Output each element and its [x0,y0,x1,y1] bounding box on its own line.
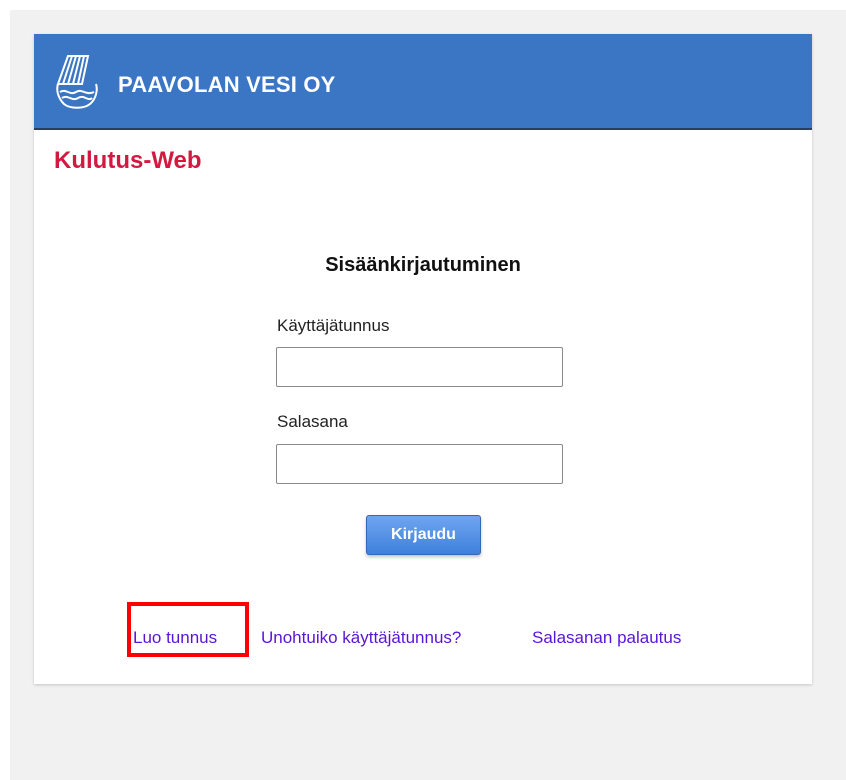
password-input[interactable] [276,444,563,484]
app-title: Kulutus-Web [54,147,202,174]
password-reset-link[interactable]: Salasanan palautus [532,628,681,648]
username-label: Käyttäjätunnus [277,316,390,335]
login-card: PAAVOLAN VESI OY Kulutus-Web Sisäänkirja… [34,34,812,684]
login-button[interactable]: Kirjaudu [366,515,481,555]
company-name: PAAVOLAN VESI OY [118,72,336,97]
waterfall-logo-icon [56,55,98,109]
username-input[interactable] [276,347,563,387]
password-label: Salasana [277,412,348,431]
login-heading: Sisäänkirjautuminen [325,254,521,276]
highlight-box [127,602,249,657]
site-header: PAAVOLAN VESI OY [34,34,812,130]
forgot-username-link[interactable]: Unohtuiko käyttäjätunnus? [261,628,461,648]
